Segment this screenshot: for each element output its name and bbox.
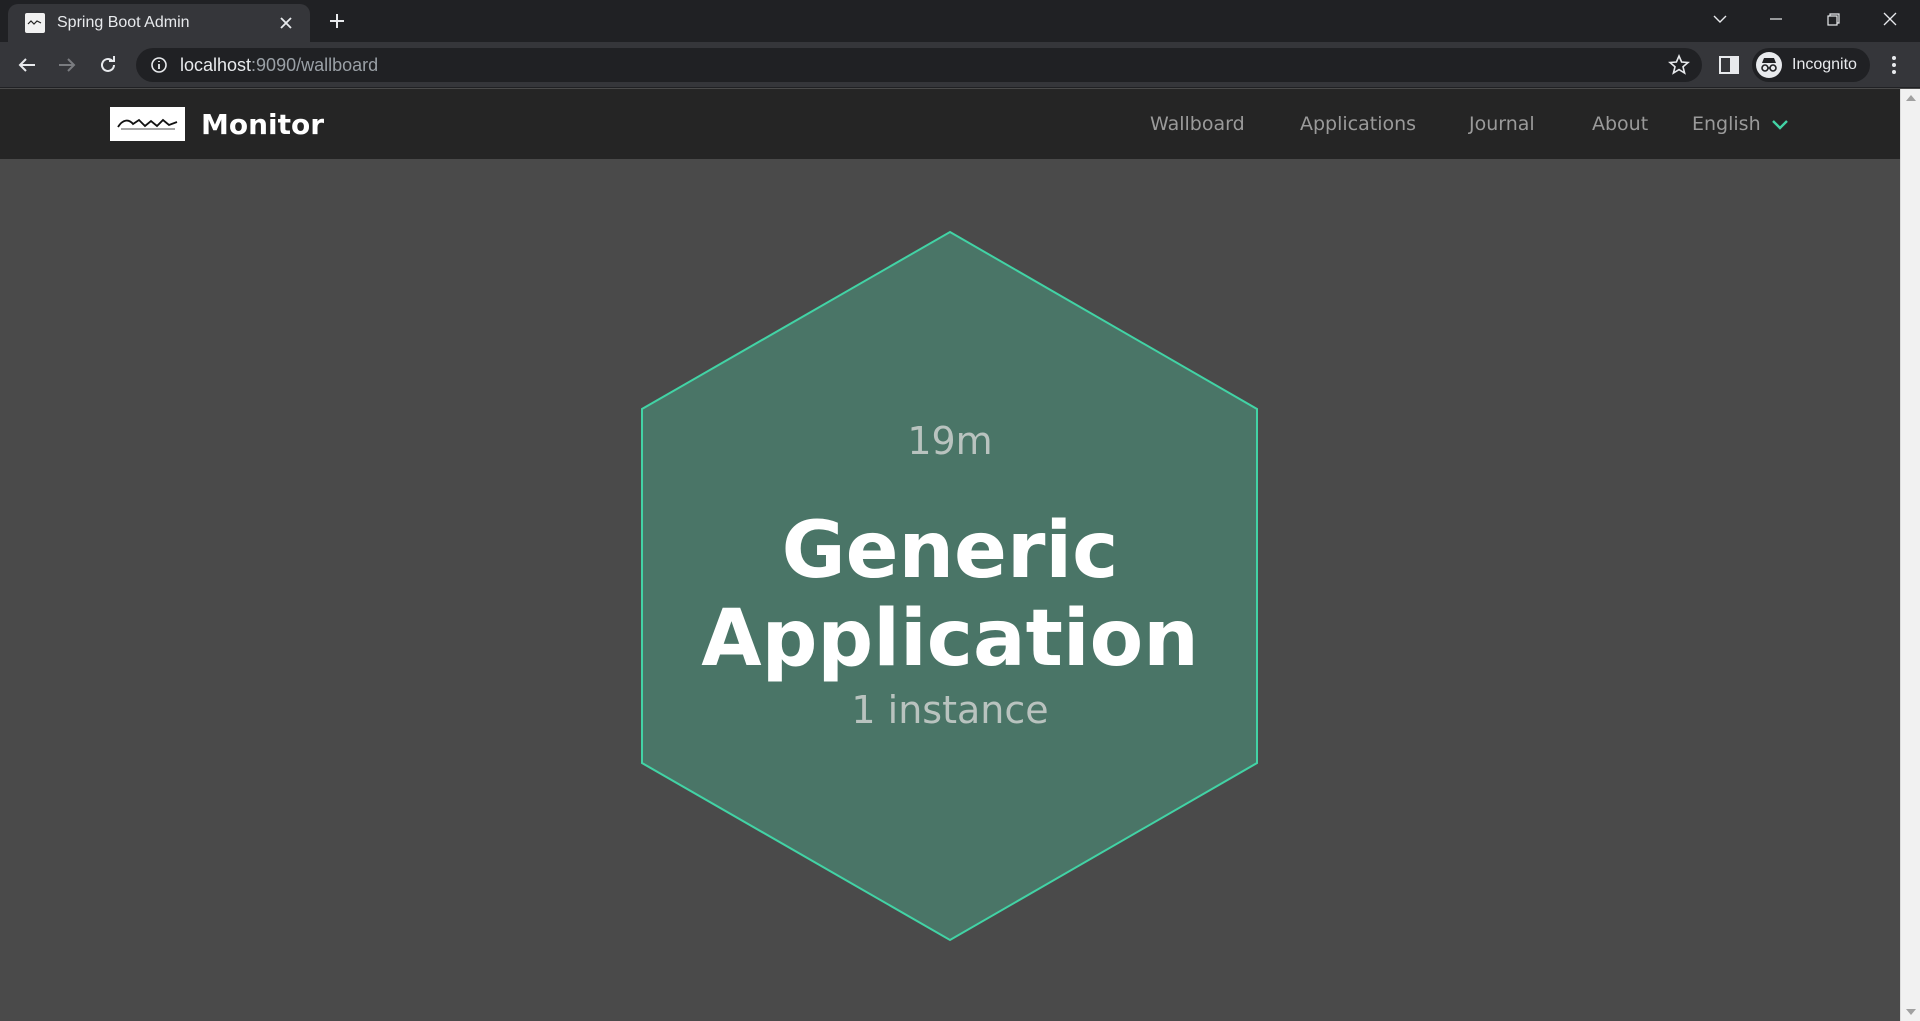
browser-menu-icon[interactable] — [1882, 52, 1906, 78]
scroll-up-icon[interactable] — [1906, 95, 1916, 101]
minimize-icon[interactable] — [1748, 0, 1804, 38]
page-scrollbar[interactable] — [1900, 89, 1920, 1021]
close-tab-icon[interactable] — [276, 13, 296, 33]
browser-tab[interactable]: Spring Boot Admin — [8, 4, 310, 42]
incognito-icon — [1756, 52, 1782, 78]
incognito-profile-button[interactable]: Incognito — [1752, 48, 1870, 82]
new-tab-icon[interactable] — [325, 9, 349, 33]
forward-icon[interactable] — [52, 50, 82, 80]
incognito-label: Incognito — [1792, 56, 1857, 73]
scroll-down-icon[interactable] — [1906, 1009, 1916, 1015]
url-text: localhost:9090/wallboard — [180, 55, 1668, 76]
browser-tab-strip: Spring Boot Admin — [0, 0, 1920, 42]
url-host: localhost — [180, 54, 252, 75]
wallboard: 19m Generic Application 1 instance — [0, 89, 1900, 1021]
tab-title: Spring Boot Admin — [57, 14, 190, 31]
reload-icon[interactable] — [93, 50, 123, 80]
close-window-icon[interactable] — [1862, 0, 1918, 38]
application-instance-count: 1 instance — [851, 688, 1049, 732]
page: Monitor Wallboard Applications Journal A… — [0, 89, 1900, 1021]
side-panel-icon[interactable] — [1718, 54, 1740, 76]
favicon-icon — [25, 13, 45, 33]
application-name: Generic Application — [701, 506, 1199, 684]
back-icon[interactable] — [12, 50, 42, 80]
restore-icon[interactable] — [1805, 0, 1861, 38]
browser-toolbar: localhost:9090/wallboard Incognito — [0, 42, 1920, 88]
application-uptime: 19m — [907, 419, 993, 463]
url-path: :9090/wallboard — [251, 54, 379, 75]
address-bar[interactable]: localhost:9090/wallboard — [136, 48, 1702, 82]
bookmark-star-icon[interactable] — [1668, 54, 1690, 76]
tab-search-icon[interactable] — [1692, 0, 1748, 38]
site-info-icon[interactable] — [150, 56, 168, 74]
